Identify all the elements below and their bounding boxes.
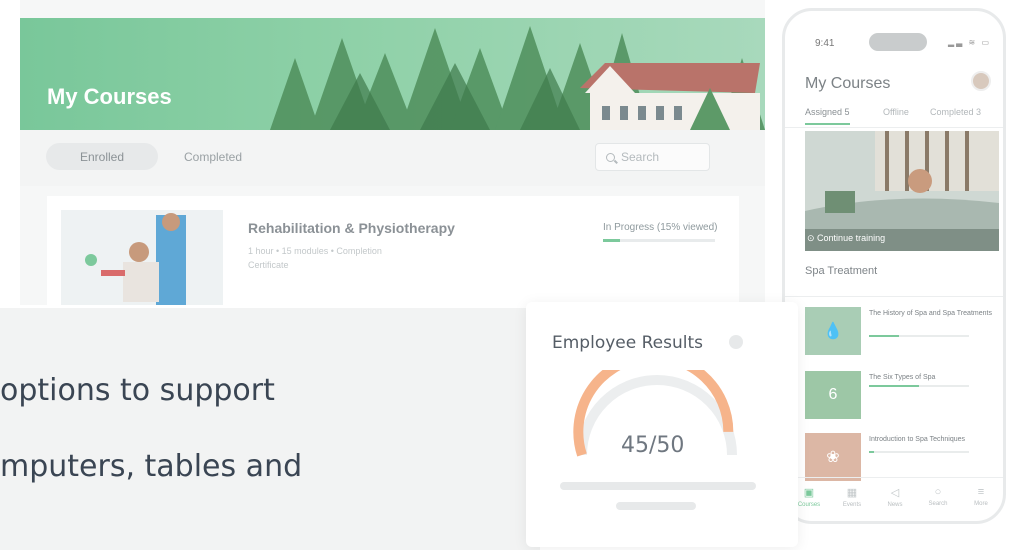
course-progress-bar bbox=[603, 239, 715, 242]
tab-offline[interactable]: Offline bbox=[883, 107, 909, 117]
search-icon: ○ bbox=[934, 486, 942, 498]
nav-news[interactable]: ◁ News bbox=[877, 486, 913, 508]
tab-completed[interactable]: Completed 3 bbox=[930, 107, 981, 117]
number-six-icon: 6 bbox=[805, 371, 861, 419]
feature-text-line-1: options to support bbox=[0, 373, 275, 408]
tab-enrolled[interactable]: Enrolled bbox=[46, 143, 158, 170]
course-meta: 1 hour • 15 modules • Completion Certifi… bbox=[248, 246, 382, 270]
continue-training-label: Continue training bbox=[817, 233, 886, 243]
search-placeholder: Search bbox=[621, 150, 660, 164]
lesson-progress-fill bbox=[869, 385, 919, 387]
feature-text-line-2: mputers, tables and bbox=[0, 449, 303, 484]
bottom-nav: ▣ Courses ▦ Events ◁ News ○ Search ≡ More bbox=[785, 477, 1003, 521]
page-title: My Courses bbox=[47, 84, 172, 109]
placeholder-bar bbox=[560, 482, 756, 490]
tab-completed[interactable]: Completed bbox=[168, 143, 258, 170]
phone-notch bbox=[869, 33, 927, 51]
course-thumbnail bbox=[61, 210, 223, 305]
hero-banner: My Courses bbox=[20, 18, 765, 130]
divider bbox=[785, 127, 1003, 128]
nav-more[interactable]: ≡ More bbox=[963, 486, 999, 507]
desktop-app-preview: My Courses Enrolled Completed Search Reh… bbox=[20, 0, 765, 305]
tab-assigned[interactable]: Assigned 5 bbox=[805, 107, 850, 125]
search-input[interactable]: Search bbox=[595, 143, 710, 171]
nav-search[interactable]: ○ Search bbox=[920, 486, 956, 507]
marketing-screenshot: My Courses Enrolled Completed Search Reh… bbox=[0, 0, 1011, 550]
info-dot-icon bbox=[729, 335, 743, 349]
divider bbox=[785, 296, 1003, 297]
lesson-progress-fill bbox=[869, 335, 899, 337]
nav-label: More bbox=[974, 501, 988, 507]
employee-results-card: Employee Results 45/50 bbox=[526, 302, 798, 547]
lesson-progress-bar bbox=[869, 451, 969, 453]
score-value: 45/50 bbox=[621, 433, 685, 458]
lesson-thumb-number: 6 bbox=[828, 386, 838, 403]
list-item[interactable]: ❀ Introduction to Spa Techniques bbox=[805, 433, 995, 481]
results-title: Employee Results bbox=[552, 333, 703, 353]
nav-events[interactable]: ▦ Events bbox=[834, 486, 870, 508]
nav-label: Events bbox=[842, 502, 862, 508]
avatar[interactable] bbox=[971, 71, 991, 91]
search-icon bbox=[606, 152, 615, 162]
water-drop-icon: 💧 bbox=[805, 307, 861, 355]
megaphone-icon: ◁ bbox=[890, 487, 900, 499]
lesson-title: Introduction to Spa Techniques bbox=[869, 436, 965, 443]
signal-wifi-battery-icon: ▂▃ ≋ ▭ bbox=[947, 38, 991, 47]
placeholder-bar bbox=[616, 502, 696, 510]
course-progress-fill bbox=[603, 239, 620, 242]
feature-text-panel bbox=[0, 308, 540, 550]
lesson-title: The Six Types of Spa bbox=[869, 374, 936, 381]
phone-app-preview: 9:41 ▂▃ ≋ ▭ My Courses Assigned 5 Offlin… bbox=[782, 8, 1006, 524]
forest-house-illustration bbox=[270, 26, 765, 130]
course-title[interactable]: Rehabilitation & Physiotherapy bbox=[248, 220, 455, 236]
lesson-progress-fill bbox=[869, 451, 874, 453]
lesson-progress-bar bbox=[869, 385, 969, 387]
featured-course-name[interactable]: Spa Treatment bbox=[805, 265, 877, 277]
menu-icon: ≡ bbox=[977, 486, 985, 498]
list-item[interactable]: 6 The Six Types of Spa bbox=[805, 371, 995, 419]
lesson-title: The History of Spa and Spa Treatments bbox=[869, 310, 992, 317]
lesson-progress-bar bbox=[869, 335, 969, 337]
list-item[interactable]: 💧 The History of Spa and Spa Treatments bbox=[805, 307, 995, 355]
course-status: In Progress (15% viewed) bbox=[603, 222, 718, 233]
calendar-icon: ▦ bbox=[846, 487, 858, 499]
status-bar-time: 9:41 bbox=[815, 38, 835, 49]
nav-label: Courses bbox=[797, 502, 821, 508]
continue-training-link[interactable]: ⊙ Continue training bbox=[807, 233, 885, 244]
nav-label: Search bbox=[928, 501, 948, 507]
course-card[interactable]: Rehabilitation & Physiotherapy 1 hour • … bbox=[47, 196, 739, 305]
lotus-icon: ❀ bbox=[805, 433, 861, 481]
nav-label: News bbox=[887, 502, 903, 508]
phone-page-title: My Courses bbox=[805, 75, 891, 92]
